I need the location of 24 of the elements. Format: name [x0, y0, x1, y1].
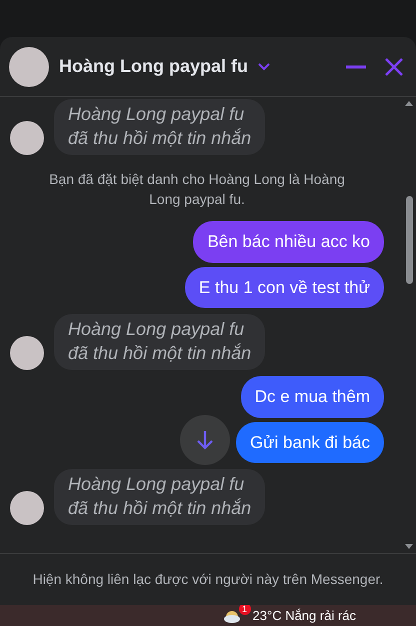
unsent-message-bubble: Hoàng Long paypal fu đã thu hồi một tin nhắn	[54, 469, 266, 525]
scroll-down-icon[interactable]	[405, 544, 413, 549]
scroll-to-bottom-button[interactable]	[180, 415, 230, 465]
minimize-icon[interactable]	[346, 64, 366, 68]
sent-message-bubble: Bên bác nhiều acc ko	[193, 221, 384, 262]
nickname-notice: Bạn đã đặt biệt danh cho Hoàng Long là Hoàng Long paypal fu.	[48, 170, 346, 209]
sent-message-bubble: E thu 1 con về test thử	[184, 266, 384, 308]
unavailable-notice: Hiện không liên lạc được với người này trên Messenger.	[32, 570, 384, 589]
profile-avatar[interactable]	[9, 46, 49, 86]
close-icon[interactable]	[384, 56, 404, 76]
unsent-message-bubble: Hoàng Long paypal fu đã thu hồi một tin nhắn	[54, 314, 266, 370]
contact-name[interactable]: Hoàng Long paypal fu	[59, 53, 248, 80]
sent-message-bubble: Gửi bank đi bác	[236, 422, 384, 463]
sent-message-bubble: Dc e mua thêm	[240, 376, 384, 418]
arrow-down-icon	[196, 430, 214, 450]
sender-avatar[interactable]	[10, 121, 44, 155]
unsent-message-bubble: Hoàng Long paypal fu đã thu hồi một tin nhắn	[54, 99, 266, 155]
sender-avatar[interactable]	[10, 336, 44, 370]
chevron-down-icon[interactable]	[258, 62, 270, 70]
sender-avatar[interactable]	[10, 491, 44, 525]
notification-badge: 1	[238, 605, 251, 615]
scroll-up-icon[interactable]	[405, 101, 413, 106]
scrollbar-thumb[interactable]	[406, 196, 412, 284]
weather-text[interactable]: 23°C Nắng rải rác	[252, 605, 356, 626]
